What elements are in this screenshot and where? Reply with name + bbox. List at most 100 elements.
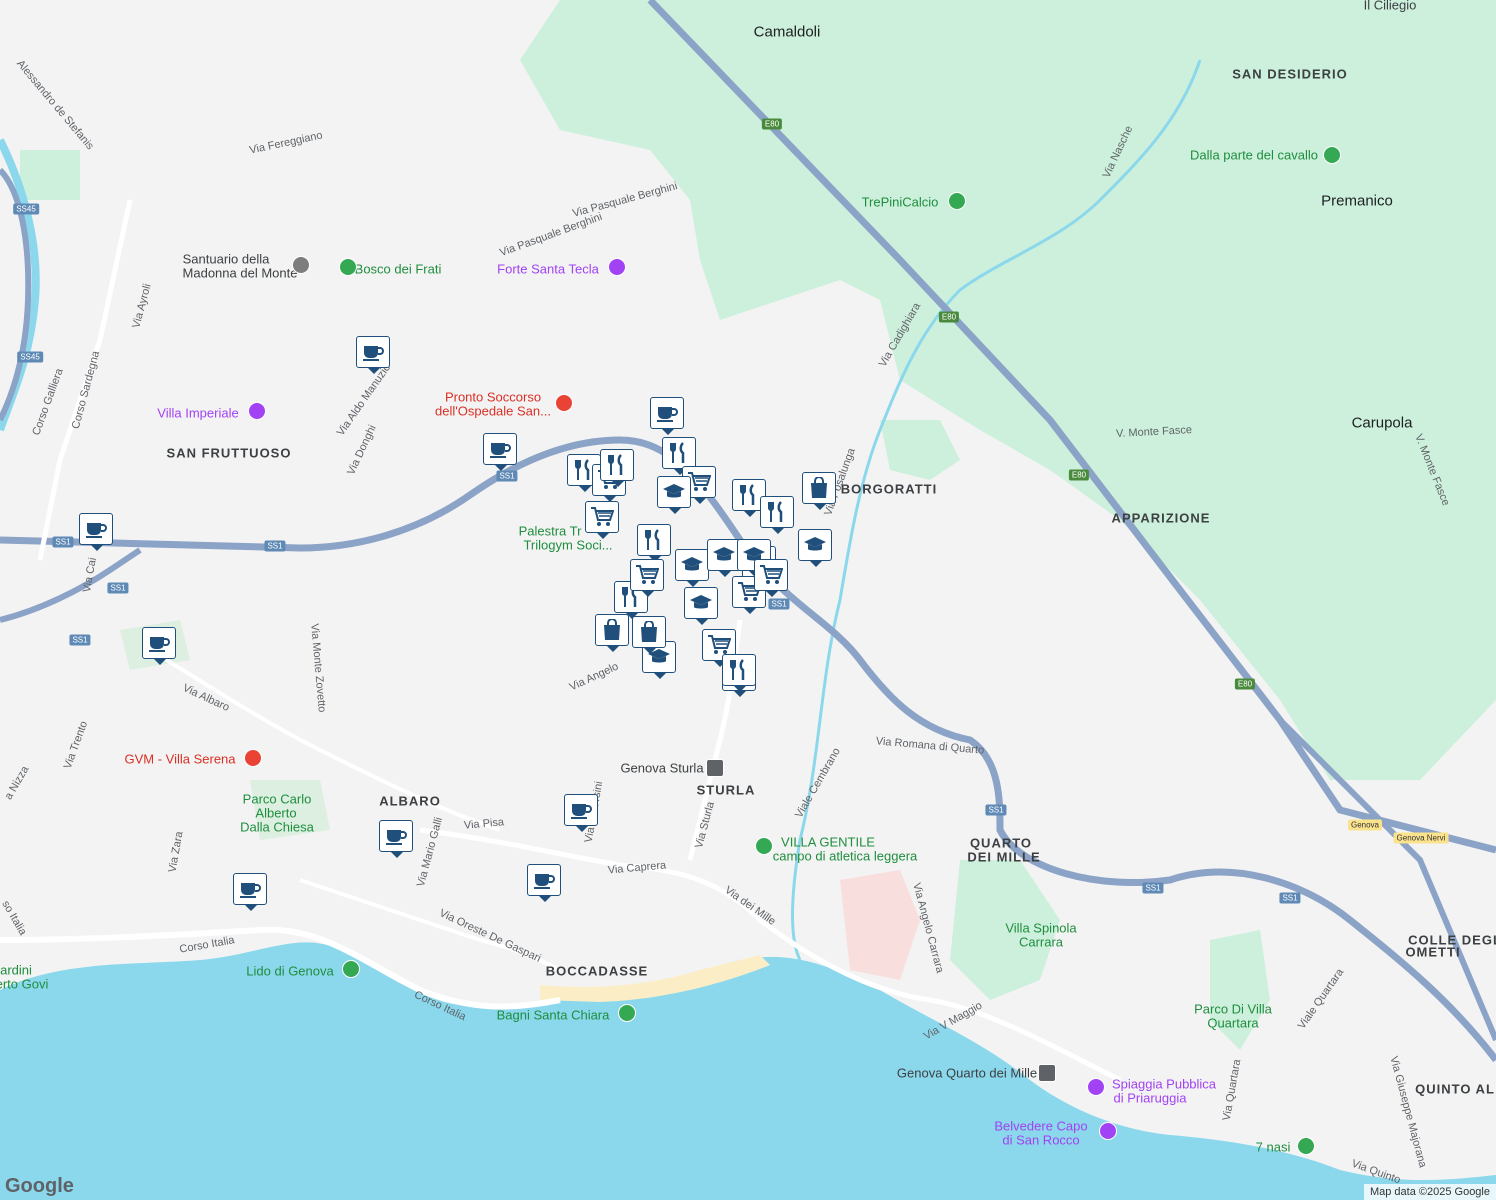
label-villa-gentile-1[interactable]: VILLA GENTILE bbox=[781, 835, 875, 850]
label-sturla: STURLA bbox=[696, 782, 756, 798]
sports-dot-icon[interactable] bbox=[948, 192, 966, 210]
label-quinto: QUINTO AL bbox=[1415, 1081, 1495, 1097]
coffee-cup-icon bbox=[650, 397, 684, 429]
label-boccadasse: BOCCADASSE bbox=[545, 963, 649, 979]
shopping-pin[interactable] bbox=[632, 616, 668, 654]
label-parco-quartara-2[interactable]: Quartara bbox=[1207, 1016, 1258, 1031]
cafe-pin[interactable] bbox=[233, 873, 269, 911]
label-premanico: Premanico bbox=[1321, 192, 1393, 210]
genova-exit-shield: Genova bbox=[1347, 819, 1383, 831]
label-villa-gentile-2[interactable]: campo di atletica leggera bbox=[773, 849, 918, 864]
label-lido-di-genova[interactable]: Lido di Genova bbox=[246, 964, 333, 979]
label-genova-sturla[interactable]: Genova Sturla bbox=[620, 761, 703, 776]
grocery-pin[interactable] bbox=[630, 559, 666, 597]
label-gvm-villa-serena[interactable]: GVM - Villa Serena bbox=[124, 752, 235, 767]
genova-nervi-exit-shield: Genova Nervi bbox=[1393, 832, 1449, 844]
label-forte-santa-tecla[interactable]: Forte Santa Tecla bbox=[497, 262, 599, 277]
label-parco-carlo-2[interactable]: Alberto bbox=[255, 806, 296, 821]
label-belvedere-2[interactable]: di San Rocco bbox=[1002, 1133, 1079, 1148]
fork-knife-icon bbox=[637, 524, 671, 556]
coffee-cup-icon bbox=[79, 513, 113, 545]
label-7-nasi[interactable]: 7 nasi bbox=[1256, 1140, 1291, 1155]
cafe-pin[interactable] bbox=[379, 820, 415, 858]
e80-shield: E80 bbox=[1234, 678, 1256, 690]
restaurant-dot-icon[interactable] bbox=[1297, 1137, 1315, 1155]
label-palestra-1[interactable]: Palestra Tr bbox=[519, 524, 582, 539]
grocery-pin[interactable] bbox=[754, 559, 790, 597]
pin-tail bbox=[579, 486, 591, 492]
label-villa-spinola-2[interactable]: Carrara bbox=[1019, 935, 1063, 950]
school-pin[interactable] bbox=[657, 476, 693, 514]
label-il-ciliegio: Il Ciliegio bbox=[1363, 0, 1417, 13]
grocery-pin[interactable] bbox=[585, 501, 621, 539]
church-dot-icon[interactable] bbox=[292, 256, 310, 274]
label-santuario-2[interactable]: Madonna del Monte bbox=[183, 266, 298, 281]
shopping-bag-icon bbox=[632, 616, 666, 648]
label-santuario-1[interactable]: Santuario della bbox=[183, 252, 270, 267]
sports-dot-icon[interactable] bbox=[755, 837, 773, 855]
restaurant-pin[interactable] bbox=[722, 654, 758, 692]
ss45-shield: SS45 bbox=[17, 351, 43, 363]
label-pronto-soccorso-1[interactable]: Pronto Soccorso bbox=[445, 390, 541, 405]
park-dot-icon[interactable] bbox=[1323, 146, 1341, 164]
shopping-pin[interactable] bbox=[595, 614, 631, 652]
cafe-pin[interactable] bbox=[483, 433, 519, 471]
label-dalla-parte-del-cavallo[interactable]: Dalla parte del cavallo bbox=[1190, 148, 1318, 163]
tree-dot-icon[interactable] bbox=[339, 258, 357, 276]
label-bagni-santa-chiara[interactable]: Bagni Santa Chiara bbox=[497, 1008, 610, 1023]
hospital-dot-icon[interactable] bbox=[555, 394, 573, 412]
shopping-cart-icon bbox=[630, 559, 664, 591]
label-genova-quarto-dei-mille[interactable]: Genova Quarto dei Mille bbox=[897, 1066, 1037, 1081]
pin-tail bbox=[669, 508, 681, 514]
label-villa-imperiale[interactable]: Villa Imperiale bbox=[157, 406, 238, 421]
label-trepinicalcio[interactable]: TrePiniCalcio bbox=[862, 195, 939, 210]
pin-tail bbox=[694, 498, 706, 504]
ss1-shield: SS1 bbox=[1142, 882, 1164, 894]
cafe-pin[interactable] bbox=[356, 336, 392, 374]
school-pin[interactable] bbox=[675, 549, 711, 587]
camera-dot-icon[interactable] bbox=[1099, 1122, 1117, 1140]
label-parco-carlo-1[interactable]: Parco Carlo bbox=[243, 792, 312, 807]
school-pin[interactable] bbox=[798, 529, 834, 567]
restaurant-pin[interactable] bbox=[760, 496, 796, 534]
label-pronto-soccorso-2[interactable]: dell'Ospedale San... bbox=[435, 404, 551, 419]
fork-knife-icon bbox=[600, 449, 634, 481]
graduation-cap-icon bbox=[684, 587, 718, 619]
beach-dot-icon[interactable] bbox=[342, 960, 360, 978]
beach-dot-icon[interactable] bbox=[618, 1004, 636, 1022]
camera-dot-icon[interactable] bbox=[248, 402, 266, 420]
train-station-icon[interactable] bbox=[706, 759, 724, 777]
coffee-cup-icon bbox=[356, 336, 390, 368]
pin-tail bbox=[539, 896, 551, 902]
pin-tail bbox=[245, 905, 257, 911]
school-pin[interactable] bbox=[684, 587, 720, 625]
label-spiaggia-1[interactable]: Spiaggia Pubblica bbox=[1112, 1077, 1216, 1092]
label-spiaggia-2[interactable]: di Priaruggia bbox=[1114, 1091, 1187, 1106]
label-parco-carlo-3[interactable]: Dalla Chiesa bbox=[240, 820, 314, 835]
label-palestra-2[interactable]: Trilogym Soci... bbox=[523, 538, 612, 553]
label-bosco-dei-frati[interactable]: Bosco dei Frati bbox=[355, 262, 442, 277]
map-attribution[interactable]: Map data ©2025 Google bbox=[1363, 1184, 1496, 1200]
restaurant-pin[interactable] bbox=[637, 524, 673, 562]
restaurant-pin[interactable] bbox=[600, 449, 636, 487]
cafe-pin[interactable] bbox=[527, 864, 563, 902]
pin-tail bbox=[368, 368, 380, 374]
shopping-cart-icon bbox=[754, 559, 788, 591]
ss1-shield: SS1 bbox=[52, 536, 74, 548]
label-villa-spinola-1[interactable]: Villa Spinola bbox=[1005, 921, 1076, 936]
cafe-pin[interactable] bbox=[650, 397, 686, 435]
camera-dot-icon[interactable] bbox=[608, 258, 626, 276]
shopping-pin[interactable] bbox=[802, 472, 838, 510]
cafe-pin[interactable] bbox=[564, 794, 600, 832]
shopping-bag-icon bbox=[802, 472, 836, 504]
camera-dot-icon[interactable] bbox=[1087, 1078, 1105, 1096]
label-belvedere-1[interactable]: Belvedere Capo bbox=[994, 1119, 1087, 1134]
cafe-pin[interactable] bbox=[79, 513, 115, 551]
coffee-cup-icon bbox=[142, 627, 176, 659]
cafe-pin[interactable] bbox=[142, 627, 178, 665]
train-station-icon[interactable] bbox=[1038, 1064, 1056, 1082]
fork-knife-icon bbox=[760, 496, 794, 528]
pin-tail bbox=[744, 608, 756, 614]
hospital-dot-icon[interactable] bbox=[244, 749, 262, 767]
label-parco-quartara-1[interactable]: Parco Di Villa bbox=[1194, 1002, 1272, 1017]
